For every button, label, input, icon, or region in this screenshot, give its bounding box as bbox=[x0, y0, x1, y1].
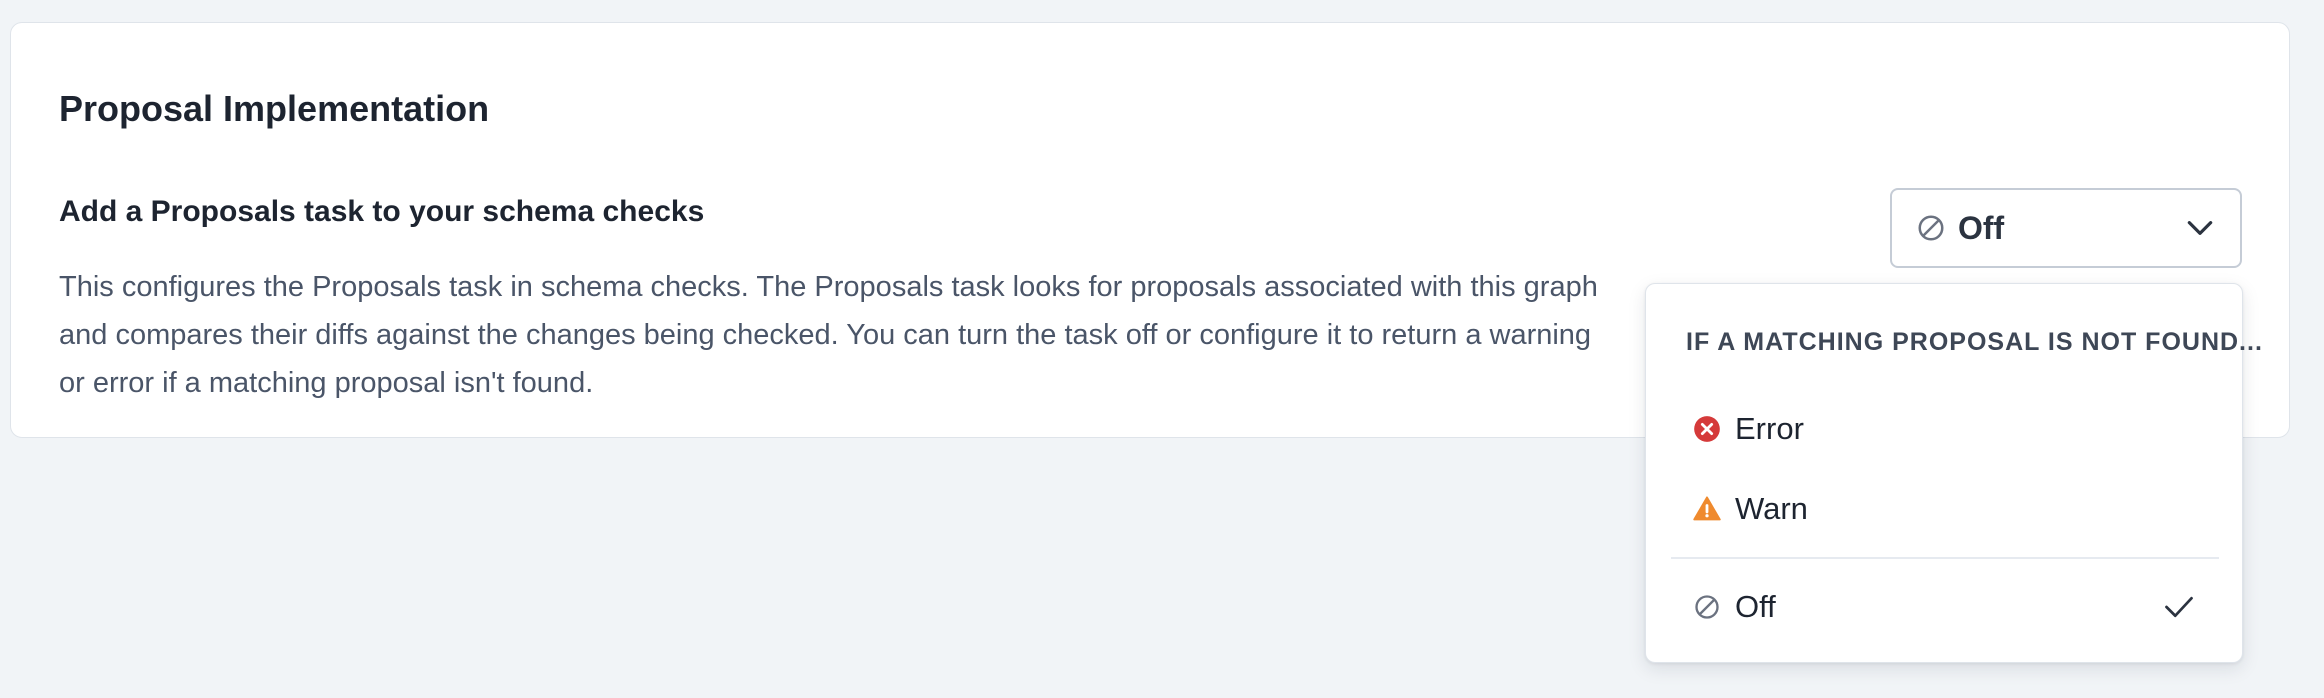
card-title: Proposal Implementation bbox=[59, 88, 490, 129]
check-icon bbox=[2165, 596, 2193, 618]
warning-icon bbox=[1693, 496, 1721, 521]
menu-header: IF A MATCHING PROPOSAL IS NOT FOUND... bbox=[1686, 328, 2263, 356]
off-icon bbox=[1918, 215, 1944, 241]
menu-item-label: Warn bbox=[1735, 491, 1808, 526]
menu-item-off[interactable]: Off bbox=[1646, 572, 2242, 642]
menu-item-label: Error bbox=[1735, 411, 1804, 446]
proposal-check-select[interactable]: Off bbox=[1890, 188, 2242, 268]
select-value: Off bbox=[1958, 209, 2005, 246]
chevron-down-icon bbox=[2187, 221, 2213, 235]
dropdown-menu: IF A MATCHING PROPOSAL IS NOT FOUND... E… bbox=[1645, 283, 2262, 663]
setting-heading: Add a Proposals task to your schema chec… bbox=[59, 195, 705, 228]
menu-item-label: Off bbox=[1735, 589, 1776, 624]
menu-item-warn[interactable]: Warn bbox=[1646, 474, 2242, 544]
setting-description: This configures the Proposals task in sc… bbox=[59, 271, 1598, 399]
off-icon bbox=[1695, 595, 1719, 619]
menu-item-error[interactable]: Error bbox=[1646, 394, 2242, 464]
error-icon bbox=[1694, 416, 1720, 442]
menu-divider bbox=[1671, 557, 2219, 559]
